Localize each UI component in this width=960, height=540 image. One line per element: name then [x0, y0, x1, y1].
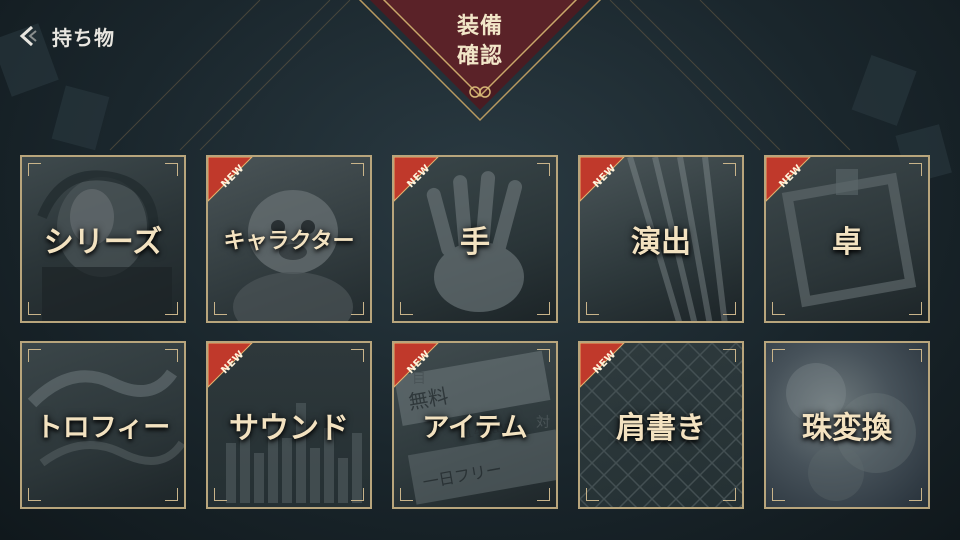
new-badge: NEW	[208, 157, 260, 209]
page-title: 装備 確認	[430, 12, 530, 72]
new-badge: NEW	[580, 343, 632, 395]
tile-label: キャラクター	[223, 228, 355, 254]
tile-effects[interactable]: NEW 演出	[578, 155, 744, 323]
tile-hand[interactable]: NEW 手	[392, 155, 558, 323]
title-line-2: 確認	[456, 44, 503, 69]
new-badge: NEW	[766, 157, 818, 209]
tile-label: 卓	[832, 225, 862, 260]
new-badge: NEW	[208, 343, 260, 395]
back-label: 持ち物	[52, 25, 115, 50]
title-line-1: 装備	[456, 14, 503, 39]
back-button[interactable]: 持ち物	[14, 16, 115, 56]
tile-label: サウンド	[229, 411, 349, 446]
chevron-left-icon	[19, 25, 37, 47]
tile-label: 手	[460, 225, 490, 260]
new-badge: NEW	[580, 157, 632, 209]
tile-label: 演出	[631, 225, 691, 260]
tile-trophy[interactable]: トロフィー	[20, 341, 186, 509]
tile-label: 肩書き	[616, 411, 706, 446]
tile-items[interactable]: 無料 14days 一日フリー 目 対 NEW アイテム	[392, 341, 558, 509]
new-badge: NEW	[394, 343, 446, 395]
tile-character[interactable]: NEW キャラクター	[206, 155, 372, 323]
tile-gem-exchange[interactable]: 珠変換	[764, 341, 930, 509]
new-badge: NEW	[394, 157, 446, 209]
tile-label: トロフィー	[35, 412, 171, 444]
tile-series[interactable]: シリーズ	[20, 155, 186, 323]
tile-sound[interactable]: NEW サウンド	[206, 341, 372, 509]
tile-label: アイテム	[422, 412, 528, 444]
tile-label: 珠変換	[802, 411, 892, 446]
tile-label: シリーズ	[43, 225, 163, 260]
tile-titles[interactable]: NEW 肩書き	[578, 341, 744, 509]
tile-table[interactable]: NEW 卓	[764, 155, 930, 323]
